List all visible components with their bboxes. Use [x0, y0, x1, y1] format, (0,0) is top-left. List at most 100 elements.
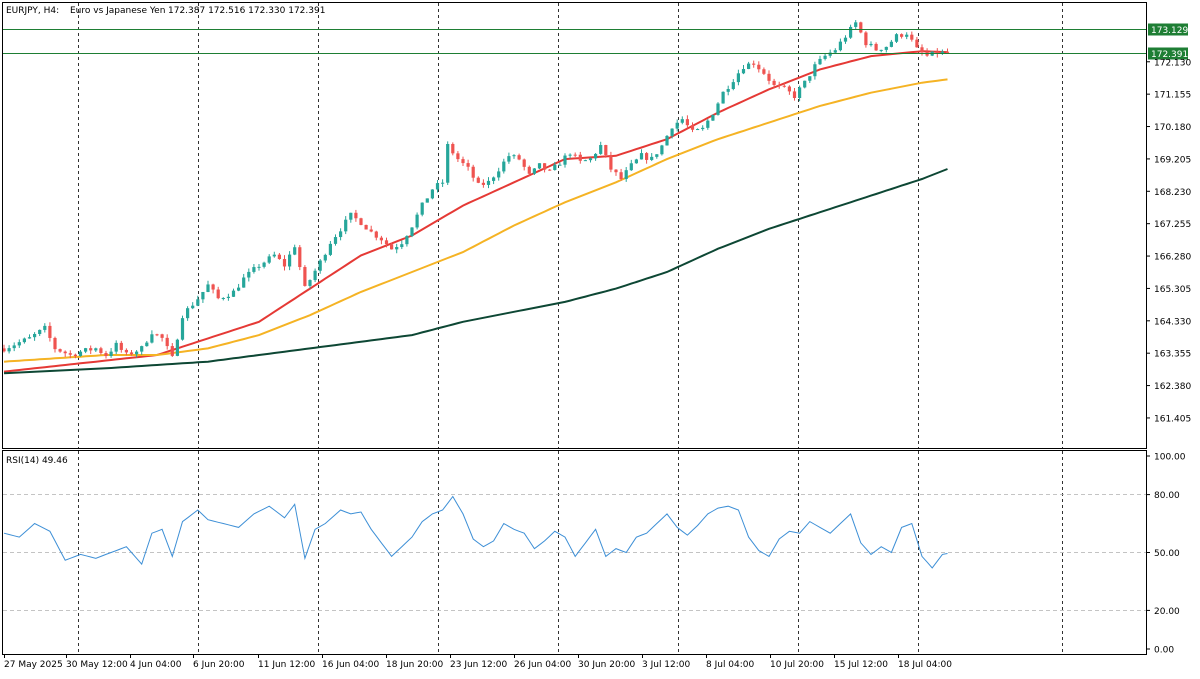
- candle-body: [645, 153, 649, 160]
- candle-body: [782, 85, 786, 87]
- candle-body: [481, 182, 485, 185]
- candle-body: [451, 143, 455, 154]
- candle-body: [73, 354, 77, 356]
- candle-body: [808, 76, 812, 81]
- time-tick-label: 3 Jul 12:00: [642, 660, 691, 670]
- candle-body: [583, 160, 587, 162]
- candle-body: [48, 325, 52, 338]
- candle-body: [129, 352, 134, 355]
- candle: [537, 163, 542, 169]
- candle-body: [196, 299, 200, 306]
- candle-body: [53, 337, 57, 350]
- candle-body: [945, 51, 950, 53]
- candle-body: [231, 290, 236, 297]
- candle-body: [272, 254, 276, 257]
- candle-body: [588, 158, 593, 161]
- candle-body: [359, 218, 363, 225]
- candle-body: [247, 271, 251, 278]
- candle-body: [201, 291, 205, 300]
- candle: [359, 217, 363, 226]
- candle-body: [910, 34, 914, 40]
- candle-body: [237, 287, 241, 291]
- ohlc-values: 172.387 172.516 172.330 172.391: [168, 6, 325, 16]
- candle-body: [900, 34, 904, 37]
- candle-body: [145, 342, 149, 347]
- time-tick-label: 18 Jun 20:00: [386, 660, 443, 670]
- candle-body: [726, 89, 730, 92]
- candle-body: [344, 219, 348, 232]
- candle-body: [12, 345, 16, 349]
- candle-body: [333, 237, 338, 244]
- candle-body: [522, 159, 526, 167]
- time-tick-label: 27 May 2025: [4, 660, 63, 670]
- candle: [420, 202, 424, 217]
- candle-body: [109, 351, 113, 357]
- candle-body: [441, 182, 445, 184]
- candle-body: [843, 37, 848, 42]
- candle-body: [747, 63, 751, 70]
- candle-body: [374, 231, 378, 238]
- candle-body: [446, 143, 450, 183]
- candle-body: [670, 128, 674, 136]
- candle-body: [614, 169, 618, 173]
- candle-body: [624, 170, 628, 180]
- candle-body: [757, 64, 761, 70]
- candle-body: [303, 267, 307, 286]
- candle-body: [497, 171, 501, 178]
- candle-body: [736, 73, 740, 83]
- candle-body: [461, 159, 465, 164]
- candle: [298, 245, 302, 271]
- candle-body: [563, 155, 567, 165]
- candle-body: [609, 154, 613, 170]
- candle-body: [471, 166, 475, 178]
- candle-body: [854, 22, 858, 27]
- chart-svg[interactable]: 173.129172.391 161.405162.380163.355164.…: [0, 0, 1200, 675]
- candle-body: [680, 119, 684, 123]
- candle-body: [191, 305, 195, 309]
- candle-body: [690, 125, 695, 130]
- price-tick-label: 170.180: [1154, 123, 1191, 133]
- candle-body: [7, 348, 11, 352]
- time-tick-label: 16 Jun 04:00: [322, 660, 379, 670]
- candle-body: [277, 254, 281, 260]
- candle-body: [33, 333, 37, 338]
- candle-body: [864, 32, 868, 46]
- candle-body: [675, 122, 679, 129]
- candle-body: [813, 64, 817, 77]
- candle-body: [140, 346, 144, 352]
- candle-body: [328, 243, 332, 255]
- candle-body: [395, 247, 399, 250]
- time-tick-label: 15 Jul 12:00: [834, 660, 888, 670]
- price-tick-label: 167.255: [1154, 220, 1191, 230]
- candle-body: [517, 155, 521, 160]
- candle: [634, 158, 638, 164]
- candle-body: [150, 334, 154, 343]
- candle-body: [512, 155, 516, 157]
- candle-body: [711, 114, 715, 121]
- candle-body: [833, 50, 837, 53]
- candle: [859, 21, 863, 34]
- candle-body: [706, 120, 710, 128]
- price-tick-label: 165.305: [1154, 285, 1191, 295]
- candle-body: [762, 69, 766, 74]
- candle-body: [135, 351, 139, 355]
- candle-body: [242, 277, 246, 288]
- price-tick-label: 163.355: [1154, 350, 1191, 360]
- candle-body: [119, 342, 123, 350]
- candle-body: [543, 163, 547, 170]
- candle-body: [879, 49, 883, 51]
- rsi-tick-label: 80.00: [1154, 491, 1180, 501]
- candle-body: [58, 349, 62, 352]
- candle: [303, 265, 307, 287]
- candle-body: [696, 129, 700, 131]
- candle-body: [114, 342, 118, 352]
- candle-body: [905, 34, 909, 37]
- symbol-description: Euro vs Japanese Yen: [70, 6, 165, 16]
- time-tick-label: 6 Jun 20:00: [193, 660, 245, 670]
- candle-body: [701, 127, 705, 130]
- candle-body: [767, 73, 771, 81]
- candle-body: [425, 198, 429, 203]
- candle-body: [206, 284, 210, 292]
- candle-body: [175, 339, 179, 356]
- candle-body: [27, 337, 32, 339]
